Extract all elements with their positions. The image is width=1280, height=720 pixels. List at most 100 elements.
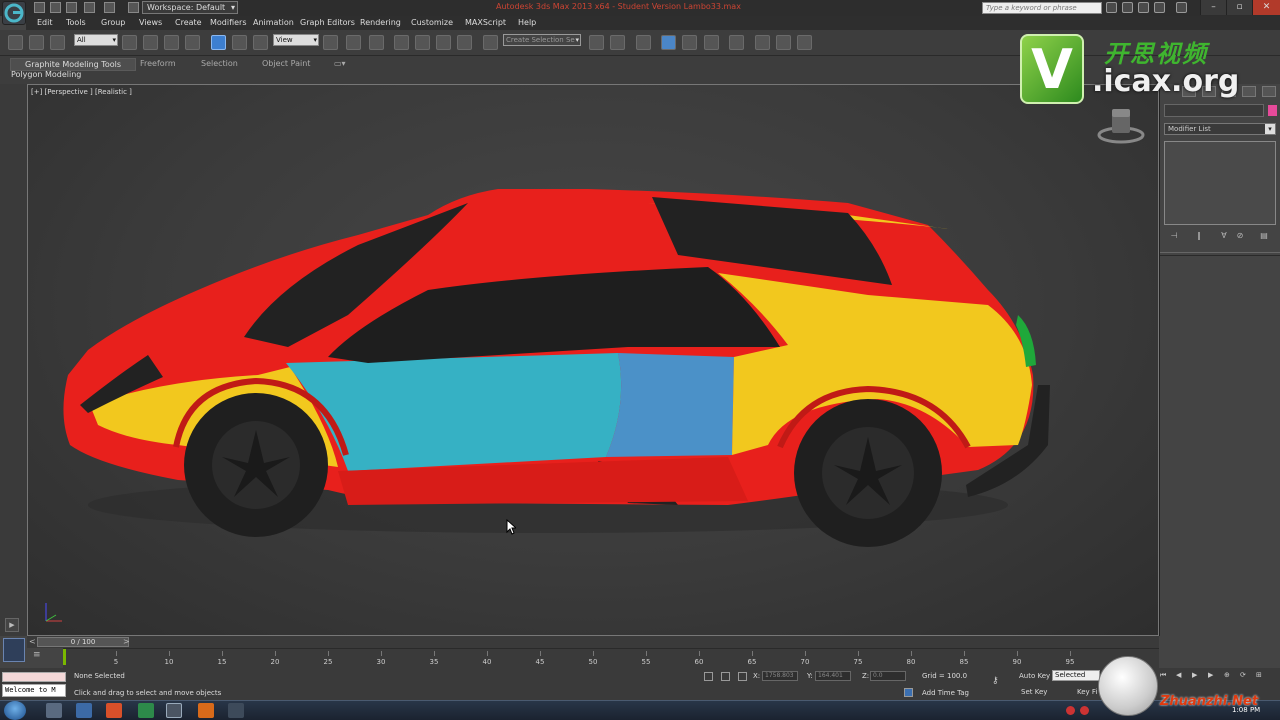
viewcube-icon[interactable] (1096, 105, 1146, 145)
minimize-button[interactable]: – (1200, 0, 1226, 15)
menu-help[interactable]: Help (518, 18, 536, 27)
play-icon[interactable]: ▶ (5, 618, 19, 632)
maxscript-output[interactable]: Welcome to M (2, 684, 66, 697)
workspace-dropdown[interactable]: Workspace: Default ▾ (142, 1, 238, 14)
tray-icon[interactable] (1066, 706, 1075, 715)
maxscript-listener-field[interactable] (2, 672, 66, 682)
time-tag-icon[interactable] (904, 688, 913, 697)
select-and-rotate-icon[interactable] (232, 35, 247, 50)
browser-icon[interactable] (106, 703, 122, 718)
key-mode-dropdown[interactable]: Selected (1052, 670, 1100, 681)
explorer-icon[interactable] (76, 703, 92, 718)
car-model[interactable] (28, 85, 1159, 636)
menu-maxscript[interactable]: MAXScript (465, 18, 506, 27)
tab-utilities-icon[interactable] (1262, 86, 1276, 97)
frame-counter[interactable]: 0 / 100 (37, 637, 129, 647)
tray-record-icon[interactable] (1080, 706, 1089, 715)
undo-icon[interactable] (84, 2, 95, 13)
maxscript-mini-listener-button[interactable] (3, 638, 25, 662)
isolate-selection-icon[interactable] (704, 672, 713, 681)
window-crossing-icon[interactable] (185, 35, 200, 50)
subscription-icon[interactable] (1122, 2, 1133, 13)
configure-modifier-sets-icon[interactable]: ▤ (1258, 231, 1270, 241)
ribbon-options-icon[interactable]: ▭▾ (334, 59, 346, 68)
tab-freeform[interactable]: Freeform (140, 59, 176, 68)
keyboard-shortcut-icon[interactable] (369, 35, 384, 50)
set-key-button[interactable]: Set Key (1021, 688, 1047, 696)
graphite-toggle-icon[interactable] (661, 35, 676, 50)
favorites-icon[interactable] (1154, 2, 1165, 13)
add-time-tag[interactable]: Add Time Tag (922, 689, 969, 697)
menu-modifiers[interactable]: Modifiers (210, 18, 247, 27)
start-button[interactable] (4, 701, 26, 720)
align-icon[interactable] (610, 35, 625, 50)
named-selection-dropdown[interactable]: Create Selection Se ▾ (503, 34, 581, 46)
schematic-view-icon[interactable] (704, 35, 719, 50)
rendered-frame-window-icon[interactable] (776, 35, 791, 50)
menu-graph-editors[interactable]: Graph Editors (300, 18, 355, 27)
slider-prev-icon[interactable]: < (29, 637, 36, 646)
app-icon[interactable] (138, 703, 154, 718)
select-and-scale-icon[interactable] (253, 35, 268, 50)
percent-snap-icon[interactable] (436, 35, 451, 50)
maximize-button[interactable]: ▫ (1226, 0, 1252, 15)
key-filters-button[interactable]: Key Fi (1077, 688, 1097, 696)
angle-snap-icon[interactable] (415, 35, 430, 50)
pin-stack-icon[interactable]: ⊣ (1168, 231, 1180, 241)
menu-rendering[interactable]: Rendering (360, 18, 401, 27)
menu-views[interactable]: Views (139, 18, 162, 27)
material-editor-icon[interactable] (729, 35, 744, 50)
reference-coordinate-dropdown[interactable]: View ▾ (273, 34, 319, 46)
select-and-move-icon[interactable] (211, 35, 226, 50)
close-button[interactable]: ✕ (1252, 0, 1280, 15)
menu-group[interactable]: Group (101, 18, 125, 27)
pivot-center-icon[interactable] (323, 35, 338, 50)
track-bar[interactable]: 5 10 15 20 25 30 35 40 45 50 55 60 65 70 75 80 85 90 95 (63, 648, 1159, 668)
menu-animation[interactable]: Animation (253, 18, 294, 27)
mirror-icon[interactable] (589, 35, 604, 50)
project-folder-icon[interactable] (128, 2, 139, 13)
rectangular-selection-icon[interactable] (164, 35, 179, 50)
slider-next-icon[interactable]: > (123, 637, 130, 646)
unlink-icon[interactable] (29, 35, 44, 50)
menu-customize[interactable]: Customize (411, 18, 453, 27)
snaps-toggle-icon[interactable] (394, 35, 409, 50)
y-coordinate-field[interactable]: 164.401 (815, 671, 851, 681)
auto-key-button[interactable]: Auto Key (1019, 672, 1050, 680)
new-file-icon[interactable] (34, 2, 45, 13)
selection-lock-icon[interactable] (721, 672, 730, 681)
menu-create[interactable]: Create (175, 18, 202, 27)
time-slider[interactable]: < 0 / 100 > (27, 636, 1159, 648)
select-by-name-icon[interactable] (143, 35, 158, 50)
select-and-manipulate-icon[interactable] (346, 35, 361, 50)
make-unique-icon[interactable]: ∀ (1218, 231, 1230, 241)
search-icon[interactable] (1106, 2, 1117, 13)
z-coordinate-field[interactable]: 0.0 (870, 671, 906, 681)
select-object-icon[interactable] (122, 35, 137, 50)
set-key-icon[interactable]: ⚷ (992, 676, 1010, 686)
tab-object-paint[interactable]: Object Paint (262, 59, 310, 68)
render-production-icon[interactable] (797, 35, 812, 50)
open-file-icon[interactable] (50, 2, 61, 13)
perspective-viewport[interactable]: [+] [Perspective ] [Realistic ] (27, 84, 1159, 636)
absolute-mode-icon[interactable] (738, 672, 747, 681)
modifier-stack[interactable] (1164, 141, 1276, 225)
max-taskbar-icon[interactable] (166, 703, 182, 718)
remove-modifier-icon[interactable]: ⊘ (1234, 231, 1246, 241)
object-color-swatch[interactable] (1268, 105, 1277, 116)
media-icon[interactable] (198, 703, 214, 718)
help-icon[interactable] (1176, 2, 1187, 13)
communication-icon[interactable] (1138, 2, 1149, 13)
menu-tools[interactable]: Tools (66, 18, 86, 27)
search-input[interactable]: Type a keyword or phrase (982, 2, 1102, 14)
viewport-label[interactable]: [+] [Perspective ] [Realistic ] (31, 88, 132, 96)
layer-manager-icon[interactable] (636, 35, 651, 50)
modifier-list-dropdown[interactable]: Modifier List ▾ (1164, 123, 1276, 135)
panel-polygon-modeling[interactable]: Polygon Modeling (11, 70, 81, 79)
link-icon[interactable] (8, 35, 23, 50)
curve-editor-icon[interactable] (682, 35, 697, 50)
tab-selection[interactable]: Selection (201, 59, 238, 68)
selection-filter-dropdown[interactable]: All ▾ (74, 34, 118, 46)
app-logo[interactable] (2, 1, 26, 25)
spinner-snap-icon[interactable] (457, 35, 472, 50)
